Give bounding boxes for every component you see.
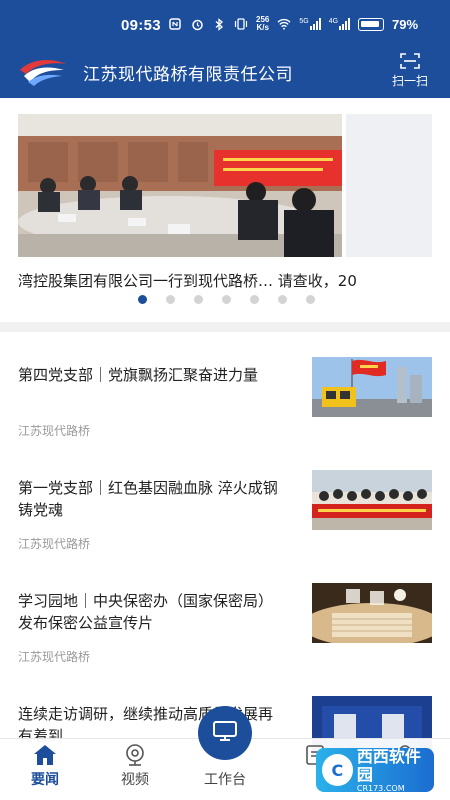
news-thumbnail (312, 470, 432, 530)
carousel-dot[interactable] (221, 295, 231, 304)
news-title: 第一党支部｜红色基因融血脉 淬火成钢铸党魂 (18, 479, 278, 519)
home-icon (32, 743, 58, 767)
status-bar: 09:53 256 K/s 5G 4G 79% (0, 0, 450, 50)
news-item[interactable]: 学习园地｜中央保密办（国家保密局）发布保密公益宣传片 江苏现代路桥 (0, 558, 450, 671)
carousel-caption[interactable]: 湾控股集团有限公司一行到现代路桥… 请查收，20 (18, 270, 432, 290)
bluetooth-icon (212, 17, 226, 31)
video-camera-icon (122, 743, 148, 767)
carousel-next-preview[interactable] (346, 114, 432, 257)
news-thumbnail (312, 357, 432, 417)
signal-4g-label: 4G (328, 18, 339, 25)
nav-item-video[interactable]: 视频 (90, 739, 180, 800)
news-item[interactable]: 第一党支部｜红色基因融血脉 淬火成钢铸党魂 江苏现代路桥 (0, 445, 450, 558)
network-speed: 256 K/s (256, 16, 269, 32)
nav-label: 要闻 (31, 772, 59, 788)
watermark-logo: C (322, 754, 353, 786)
nfc-icon (168, 17, 182, 31)
battery-icon (358, 17, 385, 31)
status-icons: 256 K/s 5G 4G 79% (168, 16, 418, 32)
battery-percent: 79% (392, 16, 419, 32)
news-thumbnail (312, 583, 432, 643)
nav-label: 视频 (121, 772, 149, 788)
signal-5g: 5G (299, 18, 321, 30)
news-item[interactable]: 第四党支部｜党旗飘扬汇聚奋进力量 江苏现代路桥 (0, 332, 450, 445)
carousel-dot[interactable] (249, 295, 259, 304)
signal-5g-label: 5G (299, 18, 309, 25)
watermark-sub: CR173.COM (356, 783, 405, 793)
scan-button[interactable]: 扫一扫 (388, 52, 432, 89)
carousel-dot[interactable] (193, 295, 203, 304)
news-source: 江苏现代路桥 (18, 650, 91, 664)
news-carousel[interactable]: 湾控股集团有限公司一行到现代路桥… 请查收，20 (0, 98, 450, 316)
nav-item-news[interactable]: 要闻 (0, 739, 90, 800)
section-divider (0, 322, 450, 332)
status-time: 09:53 (121, 17, 161, 34)
monitor-icon (212, 720, 238, 746)
carousel-dot[interactable] (305, 295, 315, 304)
signal-bars-icon (309, 18, 321, 30)
network-speed-unit: K/s (256, 23, 269, 32)
alarm-icon (190, 17, 204, 31)
news-title: 学习园地｜中央保密办（国家保密局）发布保密公益宣传片 (18, 592, 274, 632)
vibrate-icon (234, 17, 248, 31)
carousel-dot[interactable] (165, 295, 175, 304)
app-bar: 江苏现代路桥有限责任公司 扫一扫 (0, 50, 450, 98)
watermark: C 西西软件园 CR173.COM (316, 746, 434, 793)
news-title: 第四党支部｜党旗飘扬汇聚奋进力量 (18, 366, 259, 384)
watermark-text: 西西软件园 (356, 746, 421, 784)
company-logo (18, 56, 68, 86)
signal-4g: 4G (328, 18, 351, 30)
carousel-image[interactable] (18, 114, 342, 257)
carousel-dots (0, 295, 450, 304)
signal-bars-icon (339, 18, 351, 30)
scan-icon (400, 52, 420, 70)
app-title: 江苏现代路桥有限责任公司 (83, 65, 293, 85)
watermark-text-block: 西西软件园 CR173.COM (356, 746, 434, 793)
workbench-center-button[interactable] (198, 706, 252, 760)
carousel-dot[interactable] (137, 295, 147, 304)
wifi-icon (277, 17, 291, 31)
news-source: 江苏现代路桥 (18, 424, 91, 438)
app-header: 09:53 256 K/s 5G 4G 79% 江苏现代路桥有限责任公司 扫一扫 (0, 0, 450, 98)
nav-label: 工作台 (204, 772, 246, 788)
news-source: 江苏现代路桥 (18, 537, 91, 551)
carousel-dot[interactable] (277, 295, 287, 304)
scan-label: 扫一扫 (391, 74, 428, 88)
